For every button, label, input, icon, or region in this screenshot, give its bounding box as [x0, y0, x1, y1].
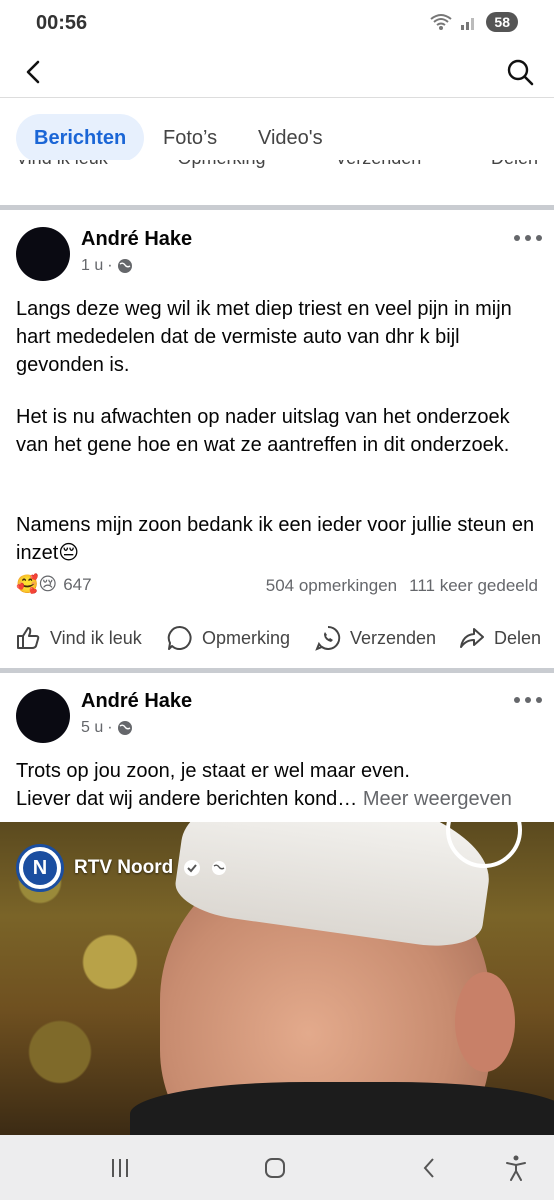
share-button[interactable]: Delen — [458, 618, 541, 658]
reaction-count: 647 — [63, 574, 92, 594]
post-1-stats: 🥰😢 647 504 opmerkingen 111 keer gedeeld — [16, 574, 538, 600]
whatsapp-icon — [315, 625, 341, 651]
post-divider — [0, 200, 554, 220]
accessibility-button[interactable] — [498, 1151, 534, 1185]
like-button[interactable]: Vind ik leuk — [14, 618, 142, 658]
accessibility-icon — [506, 1155, 526, 1181]
send-label: Verzenden — [350, 627, 437, 648]
comment-button[interactable]: Opmerking — [166, 618, 290, 658]
comment-count[interactable]: 504 opmerkingen — [266, 576, 397, 596]
shared-source-name: RTV Noord — [74, 857, 174, 878]
search-icon — [507, 59, 534, 86]
top-navigation — [0, 46, 554, 98]
comment-icon — [167, 625, 192, 650]
post-2-meta: 5 u · — [81, 719, 133, 737]
post-2-time[interactable]: 5 u — [81, 719, 103, 737]
chevron-left-icon — [423, 1158, 434, 1178]
post-1-actions: Vind ik leuk Opmerking Verzenden Delen — [0, 618, 554, 658]
post-1-paragraph: Namens mijn zoon bedank ik een ieder voo… — [16, 514, 535, 564]
home-button[interactable] — [257, 1151, 293, 1185]
thumbs-up-icon — [17, 627, 40, 649]
previous-share-button[interactable]: Delen — [491, 160, 538, 169]
share-count[interactable]: 111 keer gedeeld — [409, 576, 538, 596]
post-2-line-2: Liever dat wij andere berichten kond… Me… — [16, 788, 512, 810]
search-button[interactable] — [502, 54, 538, 90]
battery-indicator: 58 — [486, 12, 518, 32]
rtv-noord-logo: N — [16, 844, 64, 892]
post-1-time[interactable]: 1 u — [81, 257, 103, 275]
status-icons: 58 — [430, 12, 518, 32]
share-icon — [460, 628, 484, 648]
status-bar: 00:56 58 — [0, 0, 554, 46]
post-2-more-button[interactable] — [514, 695, 542, 705]
see-more-link[interactable]: Meer weergeven — [363, 788, 512, 810]
post-2-author[interactable]: André Hake — [81, 690, 192, 713]
tab-videos[interactable]: Video's — [240, 114, 341, 162]
chevron-left-icon — [26, 60, 40, 84]
avatar[interactable] — [16, 227, 70, 281]
previous-like-button[interactable]: Vind ik leuk — [16, 160, 108, 169]
avatar[interactable] — [16, 689, 70, 743]
tab-berichten[interactable]: Berichten — [16, 114, 145, 162]
post-1-paragraph: Langs deze weg wil ik met diep triest en… — [16, 298, 512, 376]
reaction-emojis: 🥰😢 — [16, 574, 58, 594]
home-icon — [265, 1158, 285, 1178]
previous-post-actions: Vind ik leuk Opmerking Verzenden Delen — [0, 160, 554, 186]
back-button[interactable] — [16, 54, 52, 90]
globe-icon — [117, 259, 132, 273]
system-navigation-bar — [0, 1135, 554, 1200]
wifi-icon — [430, 14, 453, 30]
post-1-paragraph: Het is nu afwachten op nader uitslag van… — [16, 406, 510, 456]
send-button[interactable]: Verzenden — [314, 618, 436, 658]
post-2-text: Trots op jou zoon, je staat er wel maar … — [16, 757, 542, 813]
system-back-button[interactable] — [412, 1151, 448, 1185]
globe-icon — [117, 721, 132, 735]
previous-comment-button[interactable]: Opmerking — [177, 160, 265, 169]
signal-icon — [461, 18, 475, 30]
reactions-summary[interactable]: 🥰😢 647 — [16, 574, 92, 595]
post-1-meta: 1 u · — [81, 257, 133, 275]
verified-icon — [184, 860, 201, 876]
previous-send-button[interactable]: Verzenden — [335, 160, 421, 169]
like-label: Vind ik leuk — [50, 627, 142, 648]
post-divider — [0, 663, 554, 683]
post-2-line-1: Trots op jou zoon, je staat er wel maar … — [16, 760, 410, 782]
status-time: 00:56 — [36, 12, 88, 34]
globe-icon — [212, 861, 227, 875]
share-label: Delen — [494, 627, 542, 648]
shared-source[interactable]: N RTV Noord — [16, 844, 227, 892]
recent-apps-icon — [112, 1159, 128, 1177]
tab-fotos[interactable]: Foto’s — [145, 114, 235, 162]
comment-label: Opmerking — [202, 627, 291, 648]
post-1-more-button[interactable] — [514, 233, 542, 243]
recent-apps-button[interactable] — [102, 1151, 138, 1185]
post-1-author[interactable]: André Hake — [81, 228, 192, 251]
